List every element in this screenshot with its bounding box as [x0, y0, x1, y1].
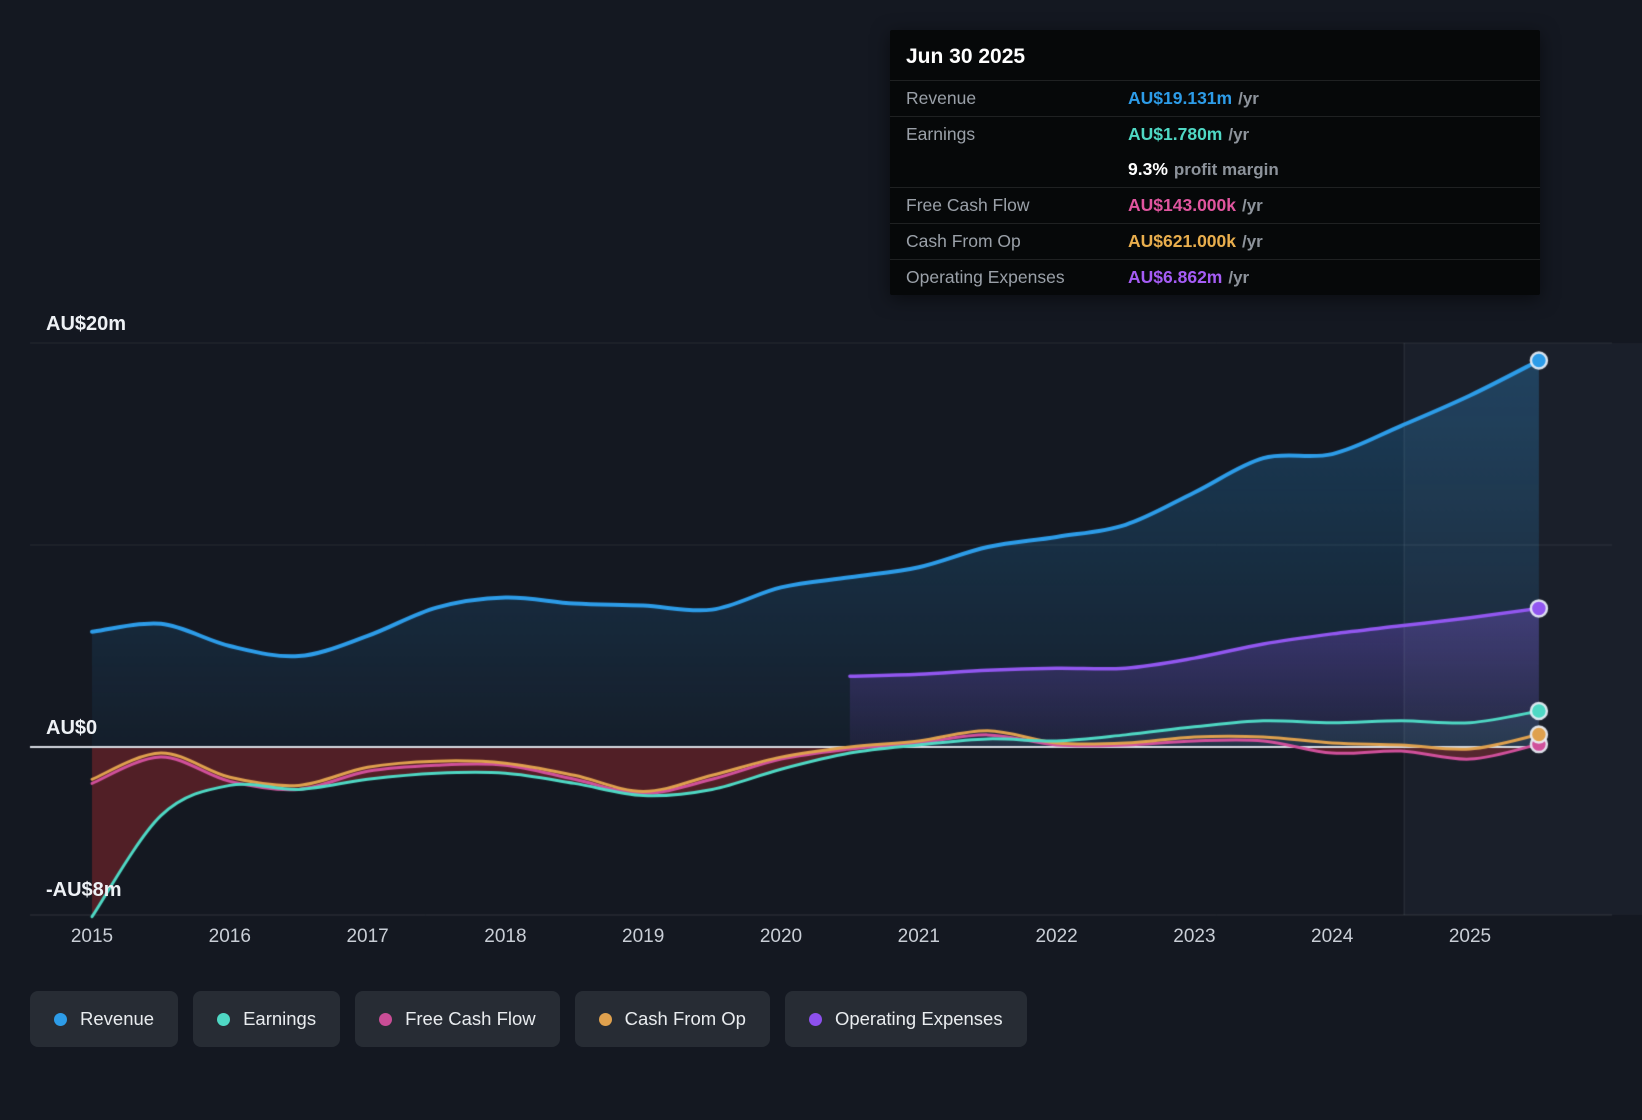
tooltip-row-earnings: Earnings AU$1.780m/yr: [890, 116, 1540, 152]
legend-item-operating-expenses[interactable]: Operating Expenses: [784, 991, 1027, 1047]
tooltip-label-operating-expenses: Operating Expenses: [906, 267, 1065, 287]
legend-item-revenue[interactable]: Revenue: [30, 991, 179, 1047]
legend-label: Operating Expenses: [834, 1008, 1003, 1029]
y-axis-label: AU$0: [46, 717, 98, 739]
x-axis-label-2025: 2025: [1448, 926, 1492, 947]
x-axis-label-2023: 2023: [1173, 926, 1216, 947]
tooltip-row-free-cash-flow: Free Cash Flow AU$143.000k/yr: [890, 187, 1540, 223]
legend-item-earnings[interactable]: Earnings: [193, 991, 341, 1047]
x-axis-label-2021: 2021: [897, 926, 940, 947]
tooltip-label-revenue: Revenue: [906, 88, 977, 108]
x-axis-label-2017: 2017: [346, 926, 389, 947]
tooltip-value-operating-expenses: AU$6.862m/yr: [1128, 267, 1250, 287]
legend-dot: [598, 1012, 612, 1026]
legend-dot: [379, 1012, 393, 1026]
tooltip-value-cash-from-op: AU$621.000k/yr: [1128, 231, 1263, 251]
tooltip-label-cash-from-op: Cash From Op: [906, 231, 1021, 251]
legend-label: Free Cash Flow: [405, 1008, 536, 1029]
tooltip-value-revenue: AU$19.131m/yr: [1128, 88, 1259, 108]
x-axis-label-2020: 2020: [759, 926, 803, 947]
tooltip-row-profit-margin: 9.3% profit margin: [890, 152, 1540, 187]
tooltip-label-earnings: Earnings: [906, 124, 976, 144]
legend-label: Earnings: [243, 1008, 317, 1029]
y-axis-label: -AU$8m: [46, 878, 122, 901]
legend-item-cash-from-op[interactable]: Cash From Op: [574, 991, 770, 1047]
tooltip-row-operating-expenses: Operating Expenses AU$6.862m/yr: [890, 259, 1540, 295]
legend-item-free-cash-flow[interactable]: Free Cash Flow: [355, 991, 560, 1047]
legend-dot: [808, 1012, 822, 1026]
legend-label: Cash From Op: [624, 1008, 746, 1029]
tooltip-row-revenue: Revenue AU$19.131m/yr: [890, 80, 1540, 116]
tooltip-value-profit-margin: 9.3% profit margin: [1128, 159, 1279, 179]
chart-tooltip: Jun 30 2025 Revenue AU$19.131m/yr Earnin…: [890, 30, 1540, 295]
x-axis-label-2019: 2019: [622, 926, 665, 947]
y-axis-label: AU$20m: [46, 313, 127, 335]
legend: Revenue Earnings Free Cash Flow Cash From O…: [30, 991, 1027, 1047]
legend-dot: [217, 1012, 231, 1026]
x-axis-label-2016: 2016: [208, 926, 251, 947]
tooltip-value-free-cash-flow: AU$143.000k/yr: [1128, 195, 1263, 215]
tooltip-label-free-cash-flow: Free Cash Flow: [906, 195, 1030, 215]
tooltip-date: Jun 30 2025: [906, 45, 1026, 68]
x-axis-label-2015: 2015: [70, 926, 114, 947]
chart-page: AU$20m AU$0 -AU$8m 2015 2016 2017 2018 2019 202…: [0, 0, 1642, 1120]
tooltip-value-earnings: AU$1.780m/yr: [1128, 124, 1250, 144]
x-axis-label-2022: 2022: [1035, 926, 1078, 947]
x-axis-label-2018: 2018: [484, 926, 527, 947]
legend-dot: [54, 1012, 67, 1026]
tooltip-row-cash-from-op: Cash From Op AU$621.000k/yr: [890, 223, 1540, 259]
x-axis-label-2024: 2024: [1311, 926, 1354, 947]
legend-label: Revenue: [80, 1008, 155, 1029]
